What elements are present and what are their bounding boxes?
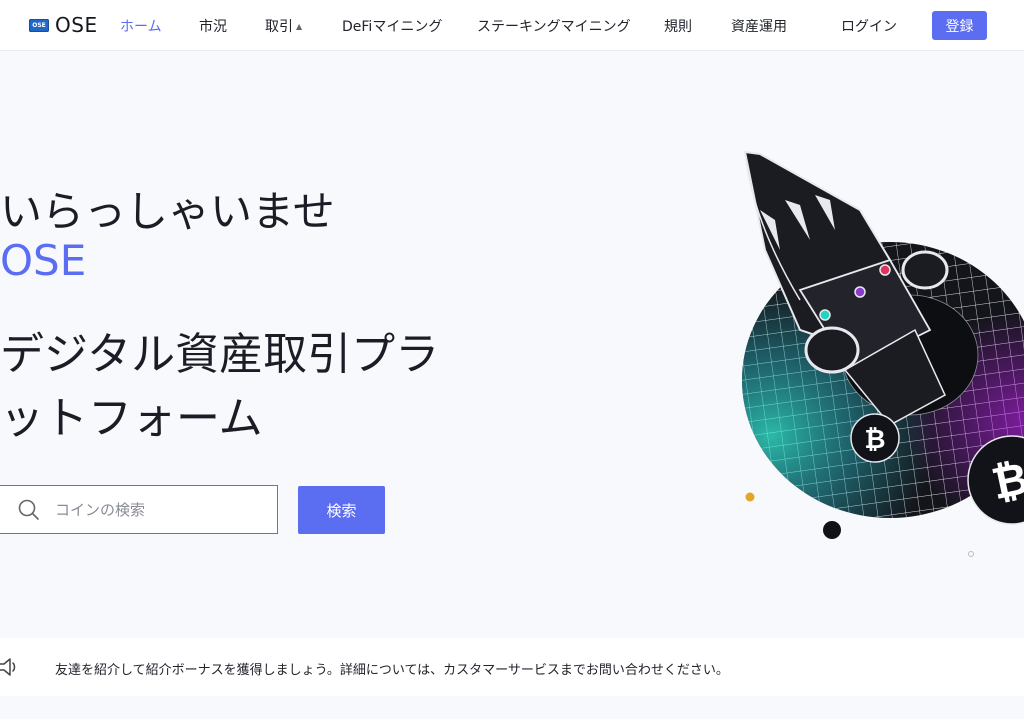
logo-badge-text: OSE	[32, 21, 46, 29]
speaker-icon	[0, 658, 16, 676]
search-button[interactable]: 検索	[298, 486, 385, 534]
floating-dot-dark	[823, 521, 841, 539]
nav-item-market[interactable]: 市況	[199, 16, 227, 36]
logo-badge-icon: OSE	[29, 18, 49, 32]
search-icon	[18, 499, 39, 520]
caret-up-icon: ▲	[296, 22, 303, 31]
brand-heading: OSE	[0, 236, 87, 285]
login-link[interactable]: ログイン	[841, 16, 897, 36]
logo-text: OSE	[55, 13, 98, 37]
announcement-text: 友達を紹介して紹介ボーナスを獲得しましょう。詳細については、カスタマーサービスま…	[55, 663, 729, 678]
register-button[interactable]: 登録	[932, 11, 987, 40]
floating-dot-outline	[968, 551, 974, 557]
nav-item-trade-label: 取引	[265, 19, 293, 35]
rocket-torus-illustration: ₿ ₿	[742, 150, 1024, 557]
announcement-bar: 友達を紹介して紹介ボーナスを獲得しましょう。詳細については、カスタマーサービスま…	[0, 638, 1024, 696]
coin-search-input[interactable]	[53, 499, 257, 520]
welcome-heading: いらっしゃいませ	[0, 187, 335, 236]
nav-item-defi-mining[interactable]: DeFiマイニング	[342, 16, 442, 36]
top-navigation-bar: OSE OSE ホーム 市況 取引 ▲ DeFiマイニング ステーキングマイニング…	[0, 0, 1024, 50]
headline-line-2: ットフォーム	[0, 393, 263, 444]
svg-text:₿: ₿	[864, 425, 885, 455]
nav-item-trade[interactable]: 取引 ▲	[265, 16, 302, 36]
nav-item-rules[interactable]: 規則	[664, 16, 692, 36]
nav-item-home[interactable]: ホーム	[120, 16, 162, 36]
coin-search-box	[0, 485, 278, 534]
nav-item-staking-mining[interactable]: ステーキングマイニング	[477, 16, 631, 36]
nav-item-asset-management[interactable]: 資産運用	[731, 16, 787, 36]
headline-line-1: デジタル資産取引プラ	[0, 329, 440, 380]
logo[interactable]: OSE OSE	[29, 13, 98, 37]
bitcoin-coin-icon: ₿	[850, 413, 900, 463]
floating-dot	[745, 492, 755, 502]
